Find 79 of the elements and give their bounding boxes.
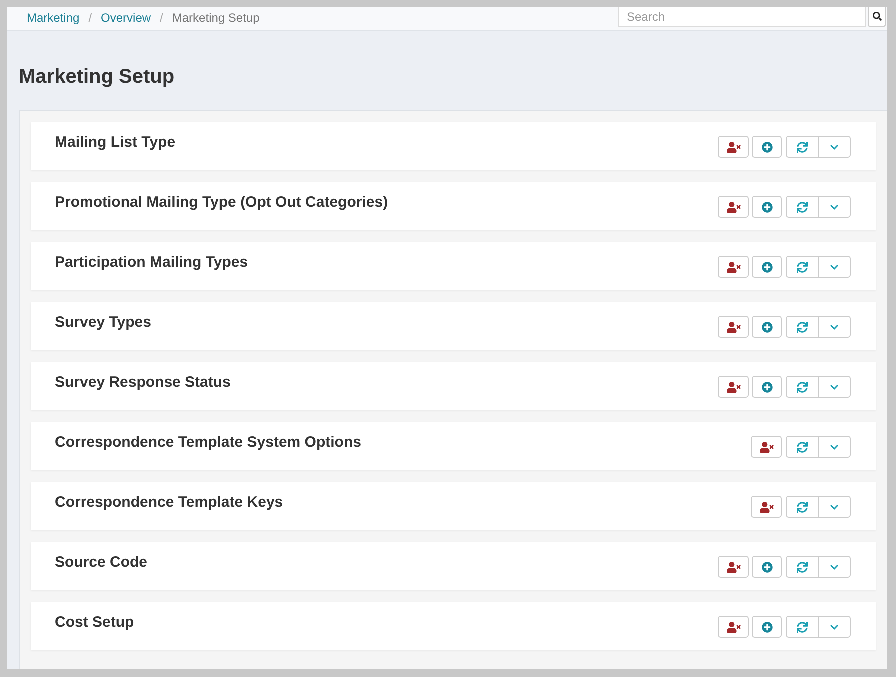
add-button[interactable] [752,376,782,398]
refresh-button[interactable] [786,196,819,218]
breadcrumb-link[interactable]: Marketing [27,8,80,26]
expand-button[interactable] [819,616,851,638]
refresh-button[interactable] [786,256,819,278]
page-title: Marketing Setup [19,65,176,89]
section-title: Correspondence Template Keys [55,494,284,512]
remove-user-button[interactable] [718,616,749,638]
section-title: Participation Mailing Types [55,254,248,272]
section-title: Survey Types [55,314,152,332]
remove-user-button[interactable] [718,316,749,338]
refresh-button[interactable] [786,136,819,158]
refresh-icon [797,622,808,632]
refresh-icon [797,262,808,272]
section-title: Correspondence Template System Options [55,434,362,452]
add-button[interactable] [752,136,782,158]
remove-user-button[interactable] [751,496,782,518]
chevron-down-icon [829,502,840,512]
expand-button[interactable] [819,556,851,578]
breadcrumb-current: Marketing Setup [172,10,260,26]
user-x-icon [726,322,740,332]
refresh-icon [797,382,808,392]
remove-user-button[interactable] [718,136,749,158]
add-button[interactable] [752,316,782,338]
remove-user-button[interactable] [718,196,749,218]
chevron-down-icon [829,322,840,332]
remove-user-button[interactable] [718,256,749,278]
chevron-down-icon [829,262,840,272]
refresh-button[interactable] [786,496,819,518]
user-x-icon [726,262,740,272]
expand-button[interactable] [819,136,851,158]
refresh-icon [797,442,808,452]
expand-button[interactable] [819,196,851,218]
breadcrumb-separator: / [160,10,164,26]
section-title: Cost Setup [55,614,134,632]
chevron-down-icon [829,442,840,452]
chevron-down-icon [829,202,840,212]
user-x-icon [726,382,740,392]
remove-user-button[interactable] [718,376,749,398]
user-x-icon [726,562,740,572]
chevron-down-icon [829,562,840,572]
remove-user-button[interactable] [751,436,782,458]
user-x-icon [726,622,740,632]
breadcrumb-separator: / [88,10,92,26]
remove-user-button[interactable] [718,556,749,578]
add-button[interactable] [752,256,782,278]
breadcrumb-link[interactable]: Overview [101,8,152,26]
add-button[interactable] [752,196,782,218]
refresh-icon [797,502,808,512]
user-x-icon [760,502,774,512]
add-button[interactable] [752,616,782,638]
section-title: Mailing List Type [55,134,176,152]
chevron-down-icon [829,382,840,392]
expand-button[interactable] [819,376,851,398]
expand-button[interactable] [819,316,851,338]
refresh-button[interactable] [786,436,819,458]
refresh-button[interactable] [786,316,819,338]
refresh-icon [797,202,808,212]
user-x-icon [726,202,740,212]
search-icon [872,12,882,21]
expand-button[interactable] [819,436,851,458]
add-button[interactable] [752,556,782,578]
chevron-down-icon [829,142,840,152]
search-button[interactable] [868,7,886,27]
section-title: Survey Response Status [55,374,231,392]
refresh-icon [797,142,808,152]
expand-button[interactable] [819,256,851,278]
refresh-icon [797,562,808,572]
refresh-icon [797,322,808,332]
user-x-icon [760,442,774,452]
refresh-button[interactable] [786,556,819,578]
search-field[interactable]: Search [618,7,866,27]
chevron-down-icon [829,622,840,632]
section-title: Promotional Mailing Type (Opt Out Categories) [55,194,388,212]
expand-button[interactable] [819,496,851,518]
refresh-button[interactable] [786,616,819,638]
section-title: Source Code [55,554,148,572]
refresh-button[interactable] [786,376,819,398]
user-x-icon [726,142,740,152]
